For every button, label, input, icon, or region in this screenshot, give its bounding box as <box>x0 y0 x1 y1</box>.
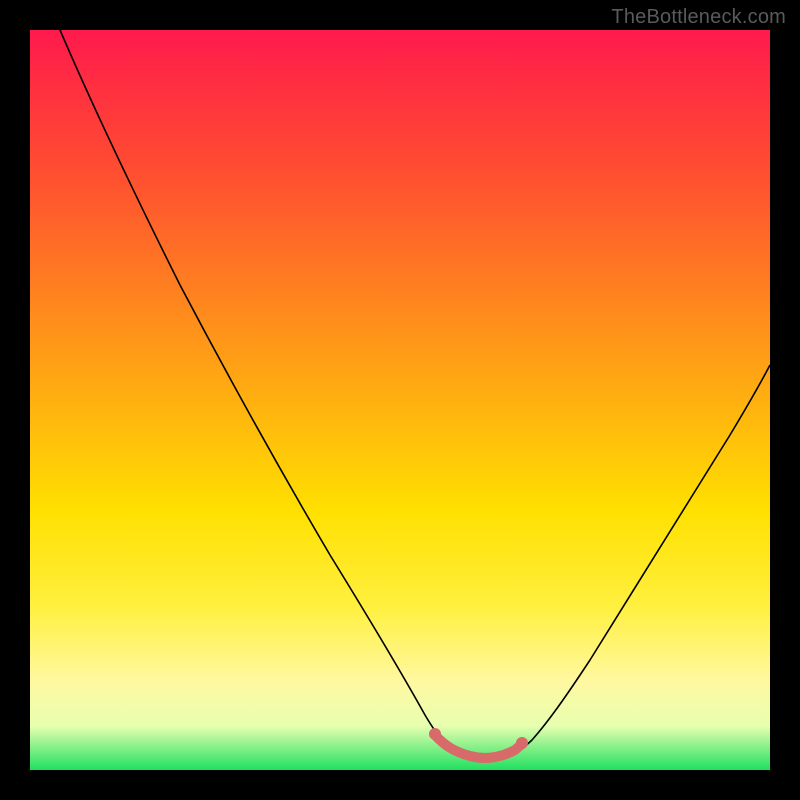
chart-frame: TheBottleneck.com <box>0 0 800 800</box>
plot-area <box>30 30 770 770</box>
bottleneck-curve-svg <box>30 30 770 770</box>
optimal-range-band <box>435 735 522 758</box>
watermark-text: TheBottleneck.com <box>611 6 786 29</box>
optimal-range-start-dot <box>429 728 441 740</box>
bottleneck-curve <box>60 30 770 759</box>
optimal-range-end-dot <box>516 737 528 749</box>
